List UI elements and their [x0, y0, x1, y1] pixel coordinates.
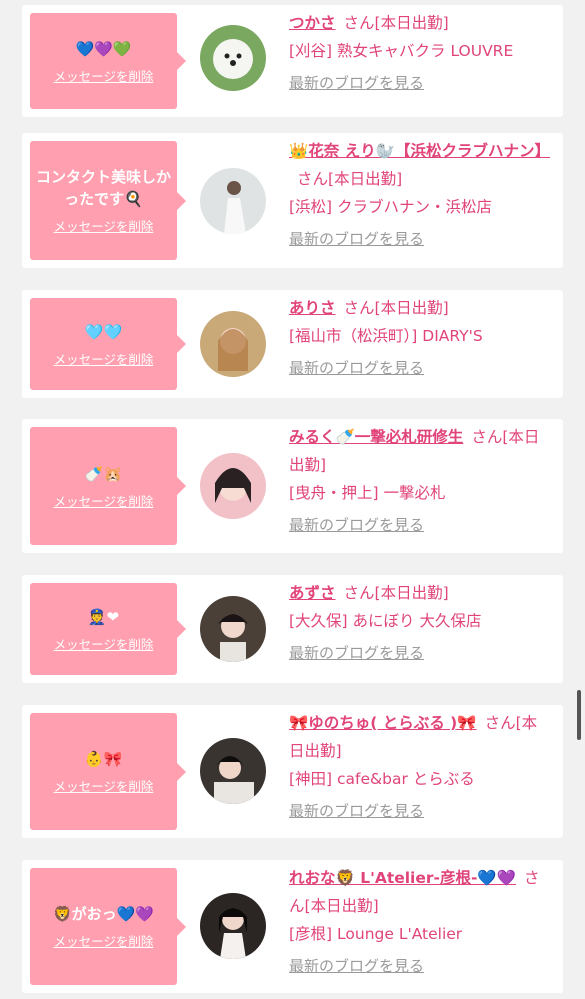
- message-text: 🍼🐹: [84, 464, 123, 483]
- san-label: さん: [297, 170, 329, 188]
- shop-label: [浜松] クラブハナン・浜松店: [289, 198, 493, 216]
- status-label: [本日出勤]: [304, 897, 379, 915]
- san-label: さん: [343, 584, 375, 602]
- message-text: 👶🎀: [84, 750, 123, 768]
- blog-link[interactable]: 最新のブログを見る: [289, 230, 424, 248]
- blog-link[interactable]: 最新のブログを見る: [289, 359, 424, 377]
- delete-message-link[interactable]: メッセージを削除: [54, 216, 154, 235]
- message-text: 🦁がおっ💙💜: [52, 905, 155, 923]
- delete-message-link[interactable]: メッセージを削除: [54, 634, 154, 653]
- delete-message-link[interactable]: メッセージを削除: [54, 349, 154, 368]
- message-card: 🩵🩵 メッセージを削除 ありさ さん[本日出勤] [福山市（松浜町）] DIARY…: [22, 290, 563, 398]
- message-card: コンタクト美味しかったです🍳 メッセージを削除 👑花奈 えり🦭【浜松クラブハナン…: [22, 133, 563, 268]
- message-text: 👮❤: [87, 607, 120, 626]
- cast-name-link[interactable]: 👑花奈 えり🦭【浜松クラブハナン】: [289, 142, 550, 160]
- san-label: さん: [343, 299, 375, 317]
- message-text: 🩵🩵: [84, 322, 123, 341]
- message-card: 💙💜💚 メッセージを削除 つかさ さん[本日出勤] [刈谷] 熟女キャバクラ LO…: [22, 5, 563, 117]
- message-text: 💙💜💚: [75, 39, 132, 58]
- san-label: さん: [343, 14, 375, 32]
- shop-label: [彦根] Lounge L'Atelier: [289, 925, 463, 943]
- delete-message-link[interactable]: メッセージを削除: [54, 931, 154, 950]
- delete-message-link[interactable]: メッセージを削除: [54, 66, 154, 85]
- blog-link[interactable]: 最新のブログを見る: [289, 516, 424, 534]
- cast-name-link[interactable]: ありさ: [289, 299, 336, 317]
- shop-label: [刈谷] 熟女キャバクラ LOUVRE: [289, 42, 514, 60]
- shop-label: [大久保] あにぼり 大久保店: [289, 612, 482, 630]
- status-label: [本日出勤]: [374, 584, 449, 602]
- cast-name-link[interactable]: つかさ: [289, 14, 336, 32]
- message-text: コンタクト美味しかったです🍳: [36, 168, 172, 208]
- san-label: さん: [471, 428, 503, 446]
- message-card: 👶🎀 メッセージを削除 🎀ゆのちゅ( とらぶる )🎀 さん[本日出勤] [神田] …: [22, 705, 563, 838]
- blog-link[interactable]: 最新のブログを見る: [289, 74, 424, 92]
- cast-info: 👑花奈 えり🦭【浜松クラブハナン】さん[本日出勤] [浜松] クラブハナン・浜松…: [289, 137, 551, 253]
- shop-label: [福山市（松浜町）] DIARY'S: [289, 327, 483, 345]
- message-list: 💙💜💚 メッセージを削除 つかさ さん[本日出勤] [刈谷] 熟女キャバクラ LO…: [0, 0, 585, 999]
- message-card: 🍼🐹 メッセージを削除 みるく🍼一撃必札研修生 さん[本日出勤] [曳舟・押上] …: [22, 419, 563, 553]
- cast-name-link[interactable]: 🎀ゆのちゅ( とらぶる )🎀: [289, 714, 477, 732]
- blog-link[interactable]: 最新のブログを見る: [289, 802, 424, 820]
- san-label: さん: [484, 714, 516, 732]
- message-bubble: 🍼🐹 メッセージを削除: [30, 427, 186, 545]
- cast-info: みるく🍼一撃必札研修生 さん[本日出勤] [曳舟・押上] 一撃必札 最新のブログを…: [289, 423, 551, 539]
- status-label: [本日出勤]: [328, 170, 403, 188]
- cast-info: 🎀ゆのちゅ( とらぶる )🎀 さん[本日出勤] [神田] cafe&bar とらぶ…: [289, 709, 551, 825]
- cast-name-link[interactable]: れおな🦁 L'Atelier-彦根-💙💜: [289, 869, 516, 887]
- cast-info: つかさ さん[本日出勤] [刈谷] 熟女キャバクラ LOUVRE 最新のブログを見…: [289, 9, 551, 97]
- message-bubble: コンタクト美味しかったです🍳 メッセージを削除: [30, 141, 186, 260]
- status-label: [本日出勤]: [374, 14, 449, 32]
- shop-label: [神田] cafe&bar とらぶる: [289, 770, 475, 788]
- message-card: 👮❤ メッセージを削除 あずさ さん[本日出勤] [大久保] あにぼり 大久保店 …: [22, 575, 563, 683]
- scrollbar[interactable]: [577, 690, 581, 740]
- shop-label: [曳舟・押上] 一撃必札: [289, 484, 446, 502]
- message-bubble: 👮❤ メッセージを削除: [30, 583, 186, 675]
- delete-message-link[interactable]: メッセージを削除: [54, 776, 154, 795]
- blog-link[interactable]: 最新のブログを見る: [289, 644, 424, 662]
- avatar[interactable]: [200, 311, 266, 377]
- avatar[interactable]: [200, 596, 266, 662]
- cast-name-link[interactable]: あずさ: [289, 584, 336, 602]
- avatar[interactable]: [200, 453, 266, 519]
- avatar[interactable]: [200, 893, 266, 959]
- cast-info: あずさ さん[本日出勤] [大久保] あにぼり 大久保店 最新のブログを見る: [289, 579, 551, 667]
- cast-info: れおな🦁 L'Atelier-彦根-💙💜 さん[本日出勤] [彦根] Lounge…: [289, 864, 551, 980]
- avatar[interactable]: [200, 25, 266, 91]
- cast-info: ありさ さん[本日出勤] [福山市（松浜町）] DIARY'S 最新のブログを見る: [289, 294, 551, 382]
- avatar[interactable]: [200, 738, 266, 804]
- cast-name-link[interactable]: みるく🍼一撃必札研修生: [289, 428, 463, 446]
- message-bubble: 👶🎀 メッセージを削除: [30, 713, 186, 830]
- delete-message-link[interactable]: メッセージを削除: [54, 491, 154, 510]
- message-card: 🦁がおっ💙💜 メッセージを削除 れおな🦁 L'Atelier-彦根-💙💜 さん[本…: [22, 860, 563, 993]
- message-bubble: 💙💜💚 メッセージを削除: [30, 13, 186, 109]
- status-label: [本日出勤]: [374, 299, 449, 317]
- message-bubble: 🦁がおっ💙💜 メッセージを削除: [30, 868, 186, 985]
- blog-link[interactable]: 最新のブログを見る: [289, 957, 424, 975]
- message-bubble: 🩵🩵 メッセージを削除: [30, 298, 186, 390]
- avatar[interactable]: [200, 168, 266, 234]
